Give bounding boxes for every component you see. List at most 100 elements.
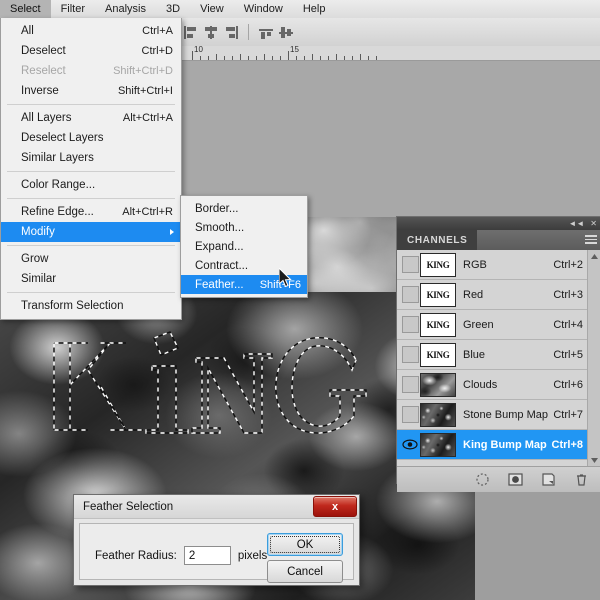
visibility-toggle[interactable] — [400, 281, 420, 308]
channel-row-rgb[interactable]: KING RGB Ctrl+2 — [397, 250, 600, 280]
menu-item-label: Transform Selection — [21, 300, 123, 312]
feather-radius-input[interactable] — [184, 546, 231, 565]
channel-row-blue[interactable]: KING Blue Ctrl+5 — [397, 340, 600, 370]
channel-thumbnail — [420, 373, 456, 397]
submenu-item-accel: Shift+F6 — [260, 279, 301, 291]
dialog-body: Feather Radius: pixels OK Cancel — [79, 523, 354, 580]
close-button[interactable]: x — [313, 496, 357, 517]
menu-divider — [7, 245, 175, 246]
ruler-label-15: 15 — [290, 46, 299, 54]
menu-item-similar[interactable]: Similar — [1, 269, 181, 289]
channel-thumbnail-text: KING — [427, 320, 450, 330]
channel-thumbnail: KING — [420, 313, 456, 337]
horizontal-ruler[interactable]: 10 15 — [180, 46, 600, 61]
ok-button-label: OK — [270, 536, 340, 553]
options-bar — [180, 18, 600, 47]
visibility-toggle[interactable] — [400, 431, 420, 458]
menubar-item-help[interactable]: Help — [293, 0, 336, 18]
menu-item-label: Deselect Layers — [21, 132, 103, 144]
panel-menu-icon[interactable] — [585, 235, 597, 245]
menu-item-refine-edge[interactable]: Refine Edge... Alt+Ctrl+R — [1, 202, 181, 222]
menubar-item-window[interactable]: Window — [234, 0, 293, 18]
submenu-item-border[interactable]: Border... — [181, 199, 307, 218]
menu-item-all[interactable]: All Ctrl+A — [1, 21, 181, 41]
channel-thumbnail: KING — [420, 283, 456, 307]
channel-row-king-bump-map[interactable]: King Bump Map Ctrl+8 — [397, 430, 600, 460]
scroll-up-arrow-icon[interactable] — [588, 250, 600, 262]
submenu-item-label: Border... — [195, 203, 238, 215]
panel-tab-strip: CHANNELS — [397, 230, 600, 250]
menu-item-deselect-layers[interactable]: Deselect Layers — [1, 128, 181, 148]
channel-thumbnail — [420, 433, 456, 457]
align-horizontal-centers-icon[interactable] — [204, 26, 218, 39]
submenu-item-feather[interactable]: Feather... Shift+F6 — [181, 275, 307, 294]
distribute-vertical-centers-icon[interactable] — [279, 26, 293, 39]
channel-thumbnail-text: KING — [427, 350, 450, 360]
save-selection-as-channel-icon[interactable] — [508, 472, 523, 487]
menu-item-modify[interactable]: Modify — [1, 222, 181, 242]
submenu-arrow-icon — [170, 229, 174, 235]
load-channel-as-selection-icon[interactable] — [475, 472, 490, 487]
channel-row-stone-bump-map[interactable]: Stone Bump Map Ctrl+7 — [397, 400, 600, 430]
menu-item-color-range[interactable]: Color Range... — [1, 175, 181, 195]
distribute-top-edges-icon[interactable] — [259, 26, 273, 39]
create-new-channel-icon[interactable] — [541, 472, 556, 487]
king-selection-outline — [48, 330, 388, 455]
submenu-item-expand[interactable]: Expand... — [181, 237, 307, 256]
submenu-item-smooth[interactable]: Smooth... — [181, 218, 307, 237]
select-menu-dropdown: All Ctrl+A Deselect Ctrl+D Reselect Shif… — [0, 18, 182, 320]
delete-channel-icon[interactable] — [574, 472, 589, 487]
feather-radius-unit: pixels — [238, 550, 267, 562]
menubar-item-analysis[interactable]: Analysis — [95, 0, 156, 18]
menu-item-label: Inverse — [21, 85, 59, 97]
channel-thumbnail — [420, 403, 456, 427]
menubar-item-select[interactable]: Select — [0, 0, 51, 18]
channel-name: Stone Bump Map — [463, 409, 553, 421]
visibility-toggle[interactable] — [400, 341, 420, 368]
channel-row-green[interactable]: KING Green Ctrl+4 — [397, 310, 600, 340]
menubar-item-view[interactable]: View — [190, 0, 234, 18]
channel-name: Green — [463, 319, 553, 331]
workspace-background-right — [180, 60, 600, 217]
ok-button[interactable]: OK — [267, 533, 343, 556]
menu-item-label: Modify — [21, 226, 55, 238]
menu-item-accel: Alt+Ctrl+R — [122, 206, 173, 218]
channel-row-red[interactable]: KING Red Ctrl+3 — [397, 280, 600, 310]
tab-channels[interactable]: CHANNELS — [397, 230, 477, 250]
panel-scrollbar[interactable] — [587, 250, 600, 466]
visibility-toggle[interactable] — [400, 311, 420, 338]
feather-selection-dialog: Feather Selection x Feather Radius: pixe… — [73, 494, 360, 586]
collapse-to-icons-icon[interactable]: ◄◄ — [568, 220, 584, 228]
menu-item-transform-selection[interactable]: Transform Selection — [1, 296, 181, 316]
dialog-title-bar[interactable]: Feather Selection x — [74, 495, 359, 519]
feather-radius-field-group: Feather Radius: pixels — [95, 546, 267, 565]
menubar-item-3d[interactable]: 3D — [156, 0, 190, 18]
menu-item-similar-layers[interactable]: Similar Layers — [1, 148, 181, 168]
menu-item-deselect[interactable]: Deselect Ctrl+D — [1, 41, 181, 61]
close-icon[interactable]: ✕ — [590, 220, 597, 228]
menu-divider — [7, 198, 175, 199]
align-right-edges-icon[interactable] — [224, 26, 238, 39]
menu-item-label: All Layers — [21, 112, 72, 124]
scroll-down-arrow-icon[interactable] — [588, 454, 600, 466]
submenu-item-label: Expand... — [195, 241, 244, 253]
visibility-toggle[interactable] — [400, 401, 420, 428]
menu-divider — [7, 292, 175, 293]
menubar-item-filter[interactable]: Filter — [51, 0, 95, 18]
menu-item-grow[interactable]: Grow — [1, 249, 181, 269]
visibility-toggle[interactable] — [400, 251, 420, 278]
menu-item-label: Color Range... — [21, 179, 95, 191]
ruler-label-10: 10 — [194, 46, 203, 54]
align-left-edges-icon[interactable] — [184, 26, 198, 39]
menu-item-label: Reselect — [21, 65, 66, 77]
cancel-button[interactable]: Cancel — [267, 560, 343, 583]
submenu-item-contract[interactable]: Contract... — [181, 256, 307, 275]
menu-item-inverse[interactable]: Inverse Shift+Ctrl+I — [1, 81, 181, 101]
channel-row-clouds[interactable]: Clouds Ctrl+6 — [397, 370, 600, 400]
submenu-item-label: Contract... — [195, 260, 248, 272]
dialog-title: Feather Selection — [83, 501, 173, 513]
menu-item-label: Similar — [21, 273, 56, 285]
menu-item-all-layers[interactable]: All Layers Alt+Ctrl+A — [1, 108, 181, 128]
photoshop-window: Select Filter Analysis 3D View Window He… — [0, 0, 600, 600]
visibility-toggle[interactable] — [400, 371, 420, 398]
